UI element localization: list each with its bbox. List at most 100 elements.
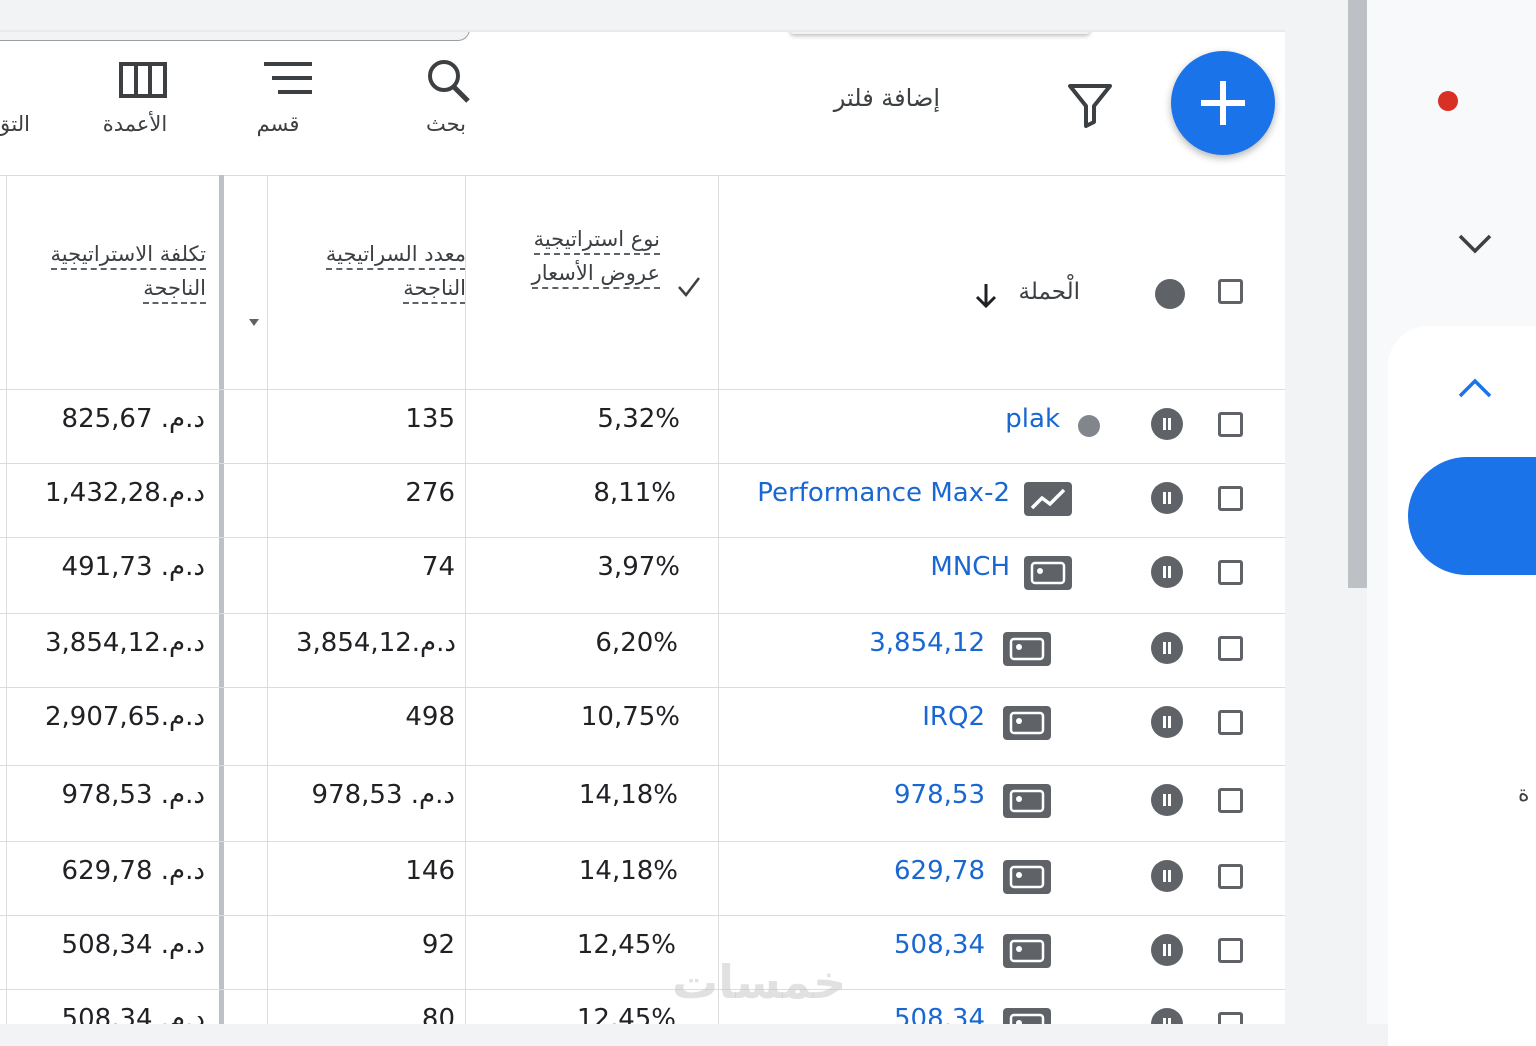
report-icon [0,52,25,112]
pause-icon[interactable] [1151,934,1183,966]
cost-per-conv-header[interactable]: تكلفة الاستراتيجية الناجحة [10,242,206,304]
bid-strategy-value: 5,32% [597,404,680,434]
bid-strategy-value: 10,75% [580,702,680,732]
cost-value: 491,73 د.م.‏ [61,552,205,582]
top-card-edge [790,32,1090,34]
conv-value: 74 [421,552,455,582]
campaign-link[interactable]: 629,78 [760,856,985,886]
scrollbar[interactable] [1348,0,1367,588]
conv-value: 92 [421,930,455,960]
bid-strategy-value: 12,45% [576,930,676,960]
pause-icon[interactable] [1151,784,1183,816]
conv-value: 3,854,12د.م.‏ [296,628,456,658]
pause-icon[interactable] [1151,556,1183,588]
table-row[interactable]: 508,34 12,45% 80 508,34 د.م.‏ [0,990,1285,1024]
campaigns-panel: إضافة فلتر بحث قسم الأعمدة التق الْحملة … [0,32,1285,1024]
pause-icon[interactable] [1151,1008,1183,1024]
search-tool[interactable]: بحث [396,52,496,136]
conv-rate-line2: الناجحة [403,276,466,304]
notification-dot-icon [1438,91,1458,111]
table-row[interactable]: IRQ2 10,75% 498 2,907,65د.م.‏ [0,688,1285,762]
cost-value: 1,432,28د.م.‏ [45,478,205,508]
cost-value: 825,67 د.م.‏ [61,404,205,434]
conv-value: 80 [421,1004,455,1024]
cost-per-conv-line1: تكلفة الاستراتيجية [50,242,206,270]
row-checkbox[interactable] [1218,938,1243,963]
campaign-link[interactable]: 978,53 [760,780,985,810]
bid-strategy-type-line2: عروض الأسعار [531,261,660,289]
table-row[interactable]: MNCH 3,97% 74 491,73 د.م.‏ [0,538,1285,612]
cost-value: 508,34 د.م.‏ [61,1004,205,1024]
top-search-field-edge [0,32,470,41]
bid-strategy-value: 3,97% [597,552,680,582]
row-checkbox[interactable] [1218,788,1243,813]
segment-tool[interactable]: قسم [228,52,328,136]
campaign-link[interactable]: Performance Max-2 [700,478,1010,508]
bid-strategy-type-line1: نوع استراتيجية [533,227,660,255]
report-label: التق [0,112,30,136]
bid-strategy-value: 6,20% [595,628,678,658]
table-row[interactable]: plak 5,32% 135 825,67 د.م.‏ [0,390,1285,464]
table-row[interactable]: 978,53 14,18% 978,53 د.م.‏ 978,53 د.م.‏ [0,766,1285,840]
side-action-button[interactable] [1408,457,1536,575]
columns-label: الأعمدة [102,112,168,136]
bid-strategy-value: 14,18% [578,856,678,886]
display-campaign-icon [1003,632,1051,666]
row-checkbox[interactable] [1218,486,1243,511]
conv-value: 978,53 د.م.‏ [311,780,455,810]
dropdown-icon[interactable] [246,314,262,330]
pause-icon[interactable] [1151,860,1183,892]
chevron-up-icon[interactable] [1456,374,1496,402]
display-campaign-icon [1024,556,1072,590]
table-row[interactable]: Performance Max-2 8,11% 276 1,432,28د.م.… [0,464,1285,538]
side-card [1388,326,1536,1046]
table-row[interactable]: 508,34 12,45% 92 508,34 د.م.‏ [0,916,1285,990]
row-checkbox[interactable] [1218,636,1243,661]
pause-icon[interactable] [1151,482,1183,514]
row-checkbox[interactable] [1218,560,1243,585]
campaign-link[interactable]: IRQ2 [760,702,985,732]
pause-icon[interactable] [1151,706,1183,738]
campaign-link[interactable]: MNCH [760,552,1010,582]
select-all-checkbox[interactable] [1218,279,1243,304]
cost-value: 629,78 د.م.‏ [61,856,205,886]
row-checkbox[interactable] [1218,1012,1243,1024]
columns-icon [119,62,167,98]
conv-rate-line1: معدد السراتيجية [325,242,466,270]
row-checkbox[interactable] [1218,710,1243,735]
table-row[interactable]: 3,854,12 6,20% 3,854,12د.م.‏ 3,854,12د.م… [0,614,1285,688]
chevron-down-icon[interactable] [1456,230,1496,258]
filter-icon[interactable] [1066,80,1114,132]
pause-icon[interactable] [1151,408,1183,440]
campaign-link[interactable]: plak [760,404,1060,434]
cost-value: 3,854,12د.م.‏ [45,628,205,658]
segment-icon [264,62,312,94]
search-icon [428,60,470,103]
sort-arrow-icon[interactable] [972,280,1000,312]
display-campaign-icon [1003,934,1051,968]
bid-strategy-type-header[interactable]: نوع استراتيجية عروض الأسعار [470,227,660,289]
cost-per-conv-line2: الناجحة [143,276,206,304]
display-campaign-icon [1003,860,1051,894]
table-row[interactable]: 629,78 14,18% 146 629,78 د.م.‏ [0,842,1285,916]
bid-strategy-value: 12,45% [576,1004,676,1024]
add-filter-field[interactable]: إضافة فلتر [790,84,940,112]
header-divider-line [0,30,1285,32]
campaign-link[interactable]: 3,854,12 [760,628,985,658]
bid-strategy-value: 14,18% [578,780,678,810]
performance-max-icon [1024,482,1072,516]
display-campaign-icon [1003,706,1051,740]
columns-tool[interactable]: الأعمدة [85,52,185,136]
pause-icon[interactable] [1151,632,1183,664]
row-checkbox[interactable] [1218,864,1243,889]
report-tool[interactable]: التق [0,52,30,136]
display-campaign-icon [1003,784,1051,818]
conv-value: 498 [405,702,455,732]
row-checkbox[interactable] [1218,412,1243,437]
cost-value: 978,53 د.م.‏ [61,780,205,810]
toolbar-divider [0,175,1285,176]
conv-rate-header[interactable]: معدد السراتيجية الناجحة [272,242,466,304]
add-button[interactable] [1171,51,1275,155]
side-text-fragment: ة [1518,782,1530,807]
status-dot-icon [1078,415,1100,437]
